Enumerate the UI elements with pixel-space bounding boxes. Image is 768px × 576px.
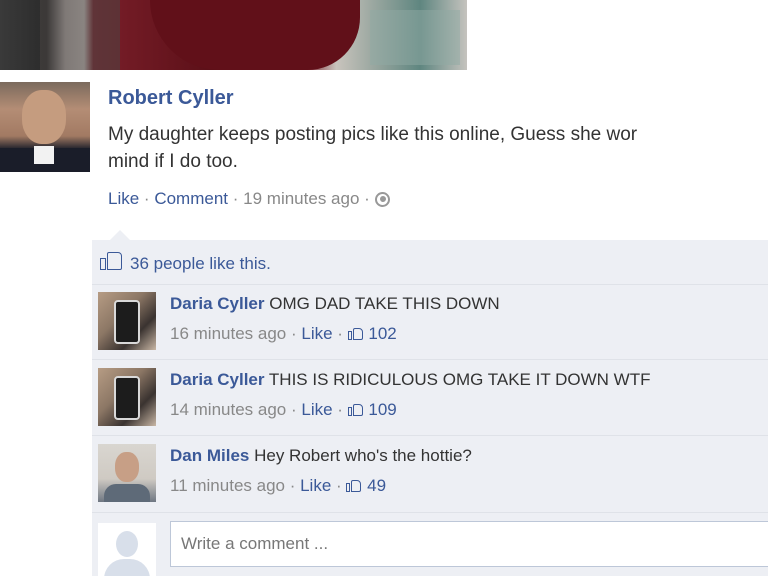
globe-icon[interactable]	[374, 192, 390, 207]
photo-region	[370, 10, 460, 65]
commenter-avatar[interactable]	[98, 292, 156, 350]
post-actions: Like · Comment · 19 minutes ago ·	[108, 189, 390, 209]
comment-body: Daria Cyller OMG DAD TAKE THIS DOWN	[170, 294, 500, 314]
comment-like-count[interactable]: 109	[368, 400, 396, 419]
thumbs-up-icon	[347, 402, 364, 416]
ufi-arrow	[110, 230, 130, 240]
separator: ·	[364, 189, 370, 208]
like-link[interactable]: Like	[108, 189, 139, 208]
comment-text: Hey Robert who's the hottie?	[254, 446, 472, 465]
likes-summary[interactable]: 36 people like this.	[100, 250, 271, 274]
post-text: My daughter keeps posting pics like this…	[108, 121, 768, 175]
photo-region	[150, 0, 360, 70]
comment-body: Dan Miles Hey Robert who's the hottie?	[170, 446, 472, 466]
photo-region	[40, 0, 120, 70]
divider	[92, 512, 768, 513]
avatar-collar	[34, 146, 54, 164]
post-timestamp[interactable]: 19 minutes ago	[243, 189, 359, 208]
post-text-line: mind if I do too.	[108, 151, 238, 172]
comment-link[interactable]: Comment	[154, 189, 228, 208]
default-avatar-icon	[98, 523, 156, 576]
comment-like-link[interactable]: Like	[301, 324, 332, 343]
post-text-line: My daughter keeps posting pics like this…	[108, 124, 638, 145]
comment-like-count[interactable]: 49	[367, 476, 386, 495]
poster-avatar[interactable]	[0, 82, 90, 172]
comment-like-link[interactable]: Like	[301, 400, 332, 419]
thumbs-up-icon	[346, 478, 362, 492]
avatar-face	[22, 90, 66, 144]
divider	[92, 435, 768, 436]
divider	[92, 284, 768, 285]
comment-meta: 16 minutes ago · Like · 102	[170, 324, 397, 343]
comment-input[interactable]: Write a comment ...	[170, 521, 768, 567]
thumbs-up-icon	[100, 250, 122, 270]
avatar-face	[115, 452, 139, 482]
commenter-name[interactable]: Daria Cyller	[170, 370, 265, 389]
commenter-name[interactable]: Dan Miles	[170, 446, 249, 465]
likes-summary-text[interactable]: 36 people like this.	[130, 254, 271, 273]
poster-name[interactable]: Robert Cyller	[108, 87, 234, 110]
commenter-avatar[interactable]	[98, 368, 156, 426]
phone-in-photo	[114, 376, 140, 420]
separator: ·	[143, 189, 150, 208]
avatar-head	[116, 531, 138, 557]
commenter-avatar[interactable]	[98, 444, 156, 502]
thumbs-up-icon	[347, 326, 364, 340]
comment-text: THIS IS RIDICULOUS OMG TAKE IT DOWN WTF	[268, 370, 651, 389]
avatar-body	[104, 484, 150, 502]
comment-time[interactable]: 16 minutes ago	[170, 324, 286, 343]
comment-meta: 14 minutes ago · Like · 109	[170, 400, 397, 419]
comment-meta: 11 minutes ago · Like · 49	[170, 476, 387, 495]
avatar-shoulders	[104, 559, 150, 576]
comment-time[interactable]: 14 minutes ago	[170, 400, 286, 419]
reply-row: Write a comment ...	[92, 519, 768, 576]
comment-time[interactable]: 11 minutes ago	[170, 476, 285, 495]
separator: ·	[232, 189, 239, 208]
divider	[92, 359, 768, 360]
comment-like-count[interactable]: 102	[368, 324, 396, 343]
comment-text: OMG DAD TAKE THIS DOWN	[269, 294, 500, 313]
comment-like-link[interactable]: Like	[300, 476, 331, 495]
phone-in-photo	[114, 300, 140, 344]
commenter-name[interactable]: Daria Cyller	[170, 294, 265, 313]
comment-body: Daria Cyller THIS IS RIDICULOUS OMG TAKE…	[170, 370, 651, 390]
post-photo[interactable]	[0, 0, 467, 70]
